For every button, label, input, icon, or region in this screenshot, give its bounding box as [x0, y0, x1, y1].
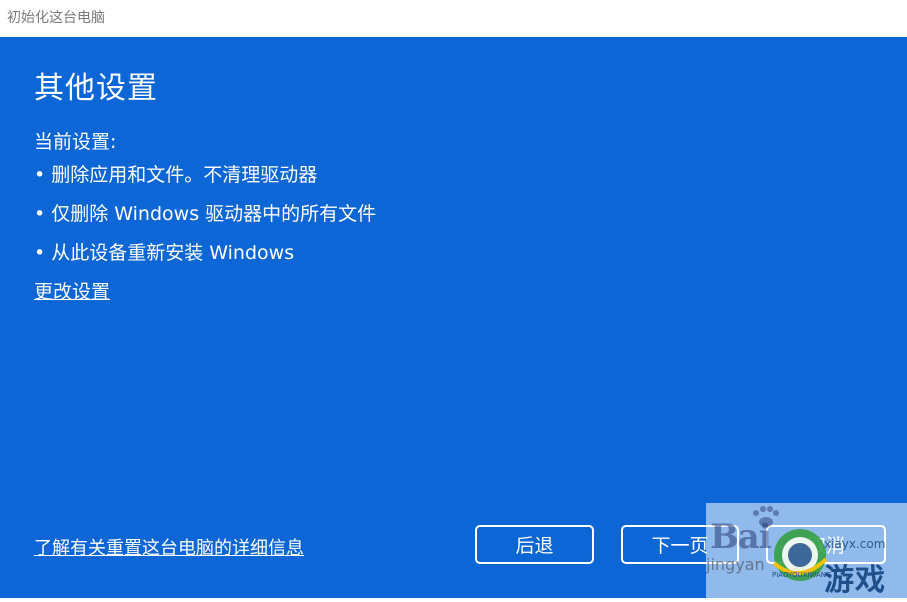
- watermark-jingyan-text: jingyan: [706, 555, 765, 574]
- page-title: 其他设置: [34, 71, 158, 106]
- setting-item-windows-drive-only: • 仅删除 Windows 驱动器中的所有文件: [34, 203, 377, 225]
- watermark-small-text: PIAOYOUXIWANG: [772, 571, 832, 579]
- learn-more-link[interactable]: 了解有关重置这台电脑的详细信息: [34, 534, 304, 560]
- reset-pc-window: 初始化这台电脑 其他设置 当前设置: • 删除应用和文件。不清理驱动器 • 仅删…: [0, 0, 907, 602]
- back-button[interactable]: 后退: [475, 525, 594, 564]
- watermark-game-text: 游戏: [824, 563, 886, 598]
- change-settings-link[interactable]: 更改设置: [34, 277, 110, 304]
- setting-item-local-reinstall: • 从此设备重新安装 Windows: [34, 242, 295, 264]
- current-settings-label: 当前设置:: [34, 131, 117, 153]
- window-title: 初始化这台电脑: [0, 0, 907, 37]
- watermark-overlay: Bai jingyan xiayx.com 游戏 PIAOYOUXIWANG: [706, 503, 907, 602]
- watermark-site-text: xiayx.com: [824, 537, 886, 551]
- setting-item-keep-drive: • 删除应用和文件。不清理驱动器: [34, 164, 318, 186]
